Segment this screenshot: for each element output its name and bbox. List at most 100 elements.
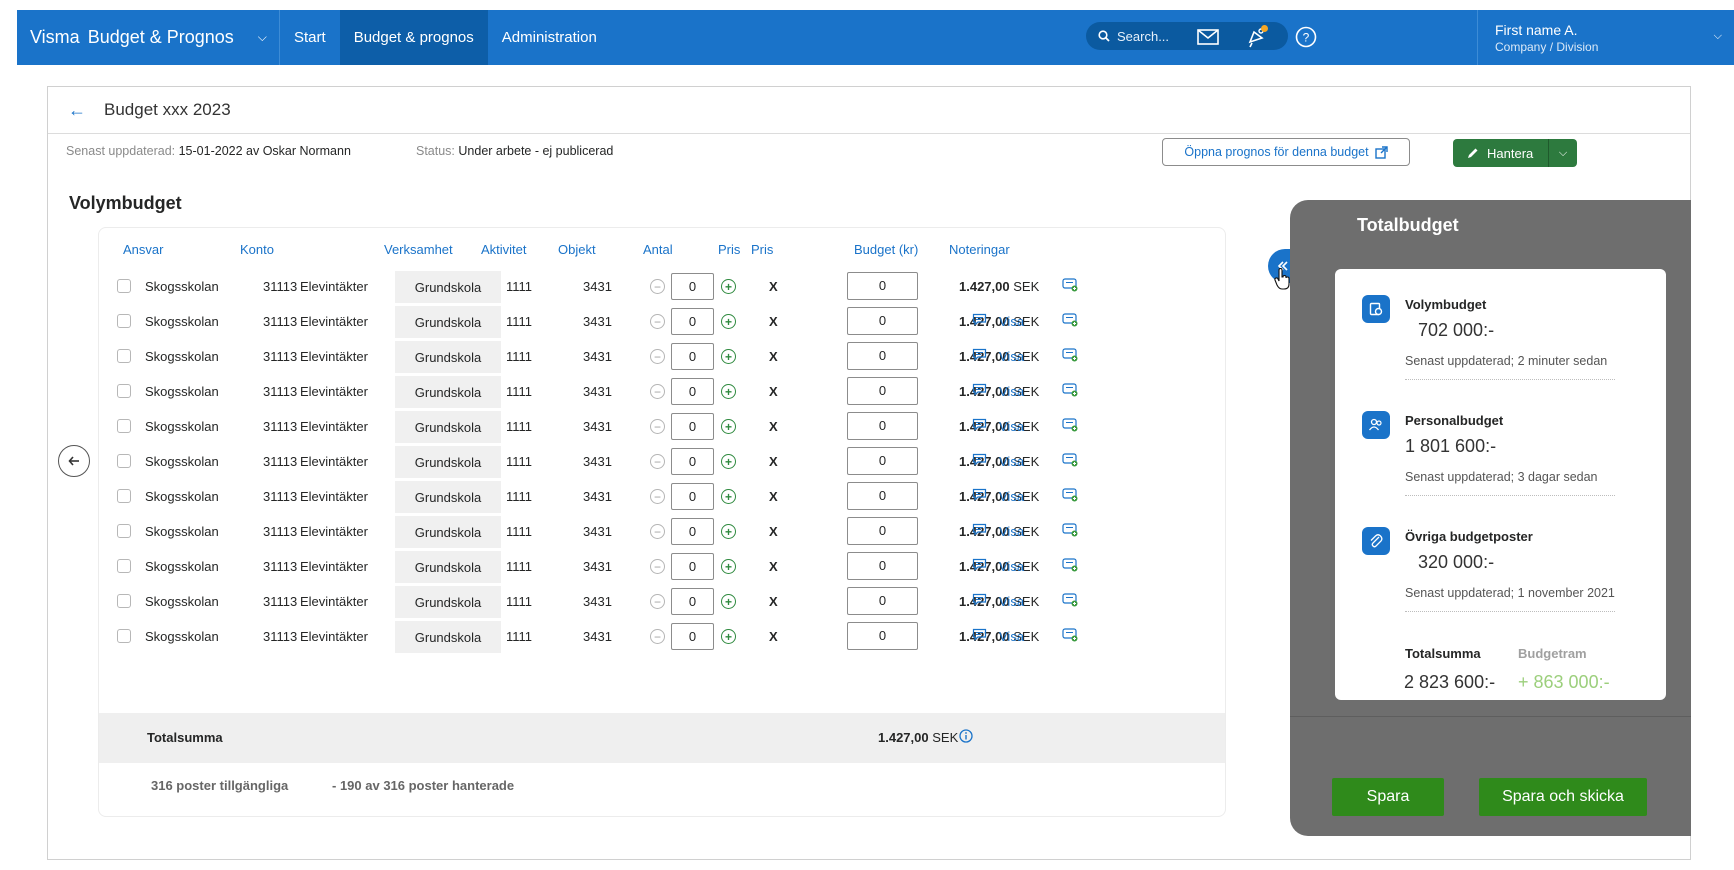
save-and-send-button[interactable]: Spara och skicka bbox=[1479, 778, 1647, 816]
increase-quantity-button[interactable]: + bbox=[721, 454, 736, 469]
decrease-quantity-button[interactable]: − bbox=[650, 594, 665, 609]
decrease-quantity-button[interactable]: − bbox=[650, 454, 665, 469]
increase-quantity-button[interactable]: + bbox=[721, 629, 736, 644]
mail-icon[interactable] bbox=[1195, 24, 1221, 50]
quantity-input[interactable]: 0 bbox=[671, 623, 714, 650]
quantity-input[interactable]: 0 bbox=[671, 273, 714, 300]
add-note-icon[interactable] bbox=[1062, 418, 1078, 435]
price-input[interactable]: 0 bbox=[847, 272, 918, 300]
help-icon[interactable]: ? bbox=[1293, 24, 1319, 50]
quantity-input[interactable]: 0 bbox=[671, 343, 714, 370]
column-header-antal[interactable]: Antal bbox=[643, 242, 673, 257]
add-note-icon[interactable] bbox=[1062, 593, 1078, 610]
price-input[interactable]: 0 bbox=[847, 482, 918, 510]
price-input[interactable]: 0 bbox=[847, 517, 918, 545]
quantity-input[interactable]: 0 bbox=[671, 483, 714, 510]
add-note-icon[interactable] bbox=[1062, 488, 1078, 505]
price-input[interactable]: 0 bbox=[847, 447, 918, 475]
row-checkbox[interactable] bbox=[117, 349, 131, 363]
quantity-input[interactable]: 0 bbox=[671, 413, 714, 440]
row-checkbox[interactable] bbox=[117, 419, 131, 433]
nav-budget-prognos[interactable]: Budget & prognos bbox=[339, 10, 488, 65]
row-checkbox[interactable] bbox=[117, 559, 131, 573]
increase-quantity-button[interactable]: + bbox=[721, 279, 736, 294]
quantity-input[interactable]: 0 bbox=[671, 518, 714, 545]
price-input[interactable]: 0 bbox=[847, 307, 918, 335]
back-arrow-icon[interactable]: ← bbox=[68, 100, 86, 121]
decrease-quantity-button[interactable]: − bbox=[650, 279, 665, 294]
product-switcher[interactable]: Visma Budget & Prognos ⌵ bbox=[17, 10, 280, 65]
info-icon[interactable] bbox=[959, 729, 973, 746]
column-header-ansvar[interactable]: Ansvar bbox=[123, 242, 163, 257]
save-button[interactable]: Spara bbox=[1332, 778, 1444, 816]
row-checkbox[interactable] bbox=[117, 524, 131, 538]
increase-quantity-button[interactable]: + bbox=[721, 559, 736, 574]
add-note-icon[interactable] bbox=[1062, 348, 1078, 365]
add-note-icon[interactable] bbox=[1062, 523, 1078, 540]
row-checkbox[interactable] bbox=[117, 489, 131, 503]
add-note-icon[interactable] bbox=[1062, 313, 1078, 330]
user-menu[interactable]: First name A. Company / Division ⌵ bbox=[1477, 10, 1734, 65]
decrease-quantity-button[interactable]: − bbox=[650, 559, 665, 574]
row-checkbox[interactable] bbox=[117, 594, 131, 608]
increase-quantity-button[interactable]: + bbox=[721, 349, 736, 364]
row-checkbox[interactable] bbox=[117, 279, 131, 293]
show-notes-link[interactable]: Visa bbox=[972, 348, 1024, 364]
open-forecast-button[interactable]: Öppna prognos för denna budget bbox=[1162, 138, 1410, 166]
nav-administration[interactable]: Administration bbox=[488, 10, 611, 65]
quantity-input[interactable]: 0 bbox=[671, 588, 714, 615]
quantity-input[interactable]: 0 bbox=[671, 308, 714, 335]
price-input[interactable]: 0 bbox=[847, 552, 918, 580]
increase-quantity-button[interactable]: + bbox=[721, 384, 736, 399]
increase-quantity-button[interactable]: + bbox=[721, 419, 736, 434]
column-header-konto[interactable]: Konto bbox=[240, 242, 274, 257]
show-notes-link[interactable]: Visa bbox=[972, 313, 1024, 329]
nav-start[interactable]: Start bbox=[280, 10, 340, 65]
column-header-aktivitet[interactable]: Aktivitet bbox=[481, 242, 527, 257]
column-header-pris-2[interactable]: Pris bbox=[751, 242, 773, 257]
decrease-quantity-button[interactable]: − bbox=[650, 489, 665, 504]
decrease-quantity-button[interactable]: − bbox=[650, 349, 665, 364]
increase-quantity-button[interactable]: + bbox=[721, 314, 736, 329]
column-header-budget[interactable]: Budget (kr) bbox=[854, 242, 918, 257]
add-note-icon[interactable] bbox=[1062, 558, 1078, 575]
price-input[interactable]: 0 bbox=[847, 587, 918, 615]
quantity-input[interactable]: 0 bbox=[671, 448, 714, 475]
add-note-icon[interactable] bbox=[1062, 383, 1078, 400]
column-header-verksamhet[interactable]: Verksamhet bbox=[384, 242, 453, 257]
row-checkbox[interactable] bbox=[117, 384, 131, 398]
show-notes-link[interactable]: Visa bbox=[972, 383, 1024, 399]
column-header-noteringar[interactable]: Noteringar bbox=[949, 242, 1010, 257]
row-checkbox[interactable] bbox=[117, 629, 131, 643]
decrease-quantity-button[interactable]: − bbox=[650, 314, 665, 329]
show-notes-link[interactable]: Visa bbox=[972, 558, 1024, 574]
show-notes-link[interactable]: Visa bbox=[972, 418, 1024, 434]
show-notes-link[interactable]: Visa bbox=[972, 628, 1024, 644]
increase-quantity-button[interactable]: + bbox=[721, 524, 736, 539]
add-note-icon[interactable] bbox=[1062, 278, 1078, 295]
decrease-quantity-button[interactable]: − bbox=[650, 524, 665, 539]
price-input[interactable]: 0 bbox=[847, 342, 918, 370]
show-notes-link[interactable]: Visa bbox=[972, 453, 1024, 469]
increase-quantity-button[interactable]: + bbox=[721, 594, 736, 609]
increase-quantity-button[interactable]: + bbox=[721, 489, 736, 504]
manage-button[interactable]: Hantera bbox=[1453, 139, 1549, 167]
decrease-quantity-button[interactable]: − bbox=[650, 629, 665, 644]
decrease-quantity-button[interactable]: − bbox=[650, 419, 665, 434]
notification-bell-icon[interactable] bbox=[1244, 24, 1270, 50]
decrease-quantity-button[interactable]: − bbox=[650, 384, 665, 399]
show-notes-link[interactable]: Visa bbox=[972, 488, 1024, 504]
column-header-pris[interactable]: Pris bbox=[718, 242, 740, 257]
quantity-input[interactable]: 0 bbox=[671, 378, 714, 405]
quantity-input[interactable]: 0 bbox=[671, 553, 714, 580]
previous-page-button[interactable] bbox=[58, 445, 90, 477]
row-checkbox[interactable] bbox=[117, 454, 131, 468]
row-checkbox[interactable] bbox=[117, 314, 131, 328]
price-input[interactable]: 0 bbox=[847, 622, 918, 650]
price-input[interactable]: 0 bbox=[847, 377, 918, 405]
show-notes-link[interactable]: Visa bbox=[972, 523, 1024, 539]
price-input[interactable]: 0 bbox=[847, 412, 918, 440]
manage-dropdown-toggle[interactable]: ⌵ bbox=[1549, 147, 1577, 160]
add-note-icon[interactable] bbox=[1062, 628, 1078, 645]
column-header-objekt[interactable]: Objekt bbox=[558, 242, 596, 257]
